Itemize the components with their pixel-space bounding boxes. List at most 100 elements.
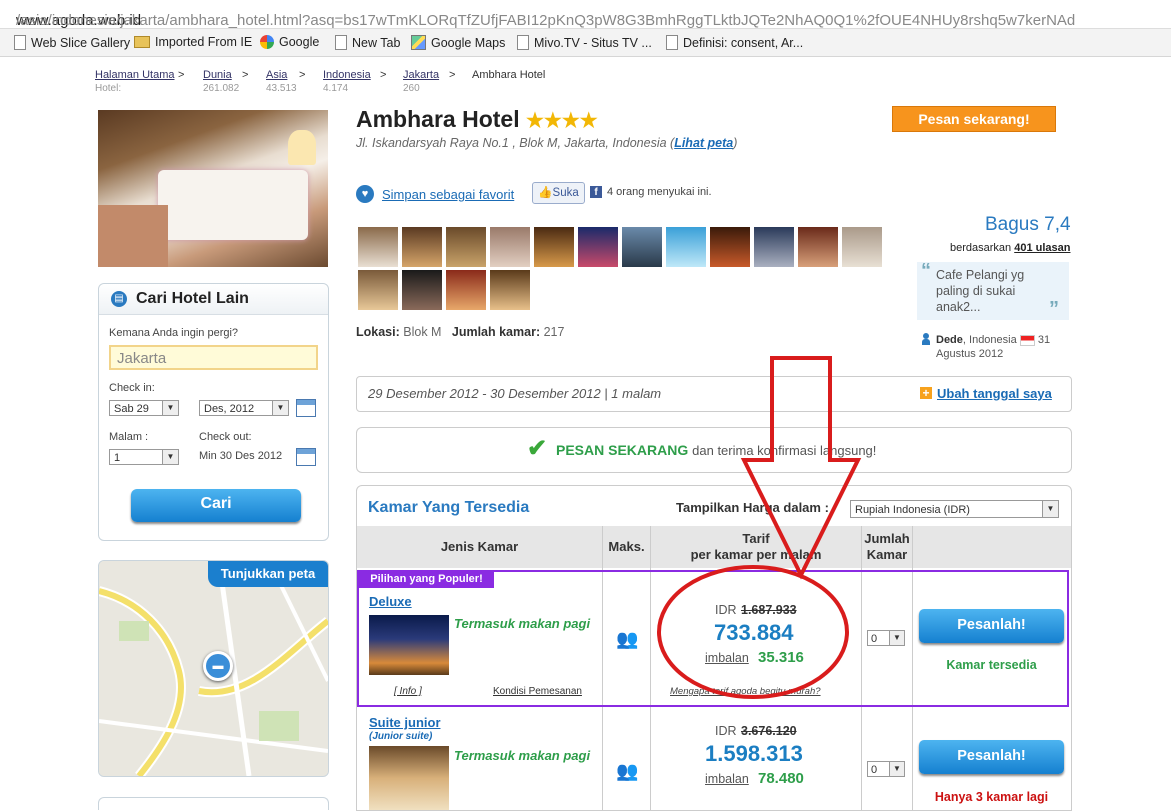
booking-conditions-link[interactable]: Kondisi Pemesanan — [493, 686, 582, 697]
search-button[interactable]: Cari — [131, 489, 301, 522]
room-name-link[interactable]: Suite junior — [369, 715, 441, 730]
why-cheap-link[interactable]: Mengapa tarif agoda begitu murah? — [670, 686, 821, 697]
thumbnail[interactable] — [490, 227, 530, 267]
thumbnail[interactable] — [402, 227, 442, 267]
calendar-icon[interactable] — [296, 399, 316, 417]
room-photo[interactable] — [369, 615, 449, 675]
chair-image — [98, 205, 168, 267]
breadcrumb-jakarta[interactable]: Jakarta 260 — [403, 69, 439, 94]
favorite-new-tab[interactable]: New Tab — [335, 35, 400, 50]
thumbs-up-icon: 👍 — [538, 187, 553, 199]
thumbnail[interactable] — [622, 227, 662, 267]
breadcrumb-separator: > — [242, 69, 249, 81]
thumbnail[interactable] — [358, 270, 398, 310]
thumbnail[interactable] — [666, 227, 706, 267]
nights-select[interactable]: 1 ▼ — [109, 449, 179, 465]
thumbnail[interactable] — [490, 270, 530, 310]
room-price: 733.884 — [714, 620, 794, 645]
favorite-google-maps[interactable]: Google Maps — [411, 35, 505, 50]
breadcrumb-separator: > — [449, 69, 456, 81]
thumbnail[interactable] — [446, 227, 486, 267]
user-icon — [922, 333, 930, 345]
chevron-down-icon: ▼ — [162, 401, 178, 415]
room-subname: (Junior suite) — [369, 731, 433, 742]
stay-dates: 29 Desember 2012 - 30 Desember 2012 | 1 … — [368, 386, 662, 401]
url-path: /asia/indonesia/jakarta/ambhara_hotel.ht… — [16, 12, 1076, 29]
thumbnail[interactable] — [578, 227, 618, 267]
breadcrumb-asia[interactable]: Asia 43.513 — [266, 69, 297, 94]
reward-points: 78.480 — [758, 770, 804, 787]
book-room-button[interactable]: Pesanlah! — [919, 609, 1064, 643]
currency-select[interactable]: Rupiah Indonesia (IDR) ▼ — [850, 500, 1059, 518]
thumbnail[interactable] — [358, 227, 398, 267]
thumbnail[interactable] — [754, 227, 794, 267]
header-quantity: Jumlah Kamar — [862, 526, 912, 568]
thumbnail[interactable] — [446, 270, 486, 310]
availability-status: Hanya 3 kamar lagi — [934, 790, 1049, 804]
save-favorite-link[interactable]: Simpan sebagai favorit — [382, 187, 514, 202]
page-icon — [335, 35, 347, 50]
old-price: 1.687.933 — [741, 603, 797, 617]
calendar-icon[interactable] — [296, 448, 316, 466]
thumbnail[interactable] — [534, 227, 574, 267]
hotel-marker-icon[interactable]: ▬ — [203, 651, 233, 681]
rooms-title: Kamar Yang Tersedia — [368, 499, 530, 516]
favorite-imported-from-ie[interactable]: Imported From IE — [134, 35, 252, 49]
book-now-button[interactable]: Pesan sekarang! — [892, 106, 1056, 132]
heart-icon[interactable]: ♥ — [356, 185, 374, 203]
two-guests-icon: 👥 — [616, 761, 639, 781]
two-guests-icon: 👥 — [616, 629, 639, 649]
thumbnail[interactable] — [842, 227, 882, 267]
breadcrumb-indonesia[interactable]: Indonesia 4.174 — [323, 69, 371, 94]
page-icon — [666, 35, 678, 50]
like-button[interactable]: 👍Suka — [532, 182, 585, 204]
breadcrumb-dunia[interactable]: Dunia 261.082 — [203, 69, 239, 94]
hotel-name: Ambhara Hotel — [356, 106, 520, 132]
change-dates-link[interactable]: Ubah tanggal saya — [937, 386, 1052, 401]
reward-points: 35.316 — [758, 649, 804, 666]
chevron-down-icon: ▼ — [272, 401, 288, 415]
favorite-web-slice-gallery[interactable]: Web Slice Gallery — [14, 35, 130, 50]
room-photo[interactable] — [369, 746, 449, 810]
breadcrumb-home[interactable]: Halaman Utama Hotel: — [95, 69, 174, 94]
hotel-main-photo[interactable] — [98, 110, 328, 267]
checkin-month-select[interactable]: Des, 2012 ▼ — [199, 400, 289, 416]
like-count: 4 orang menyukai ini. — [607, 186, 712, 198]
show-map-label[interactable]: Tunjukkan peta — [208, 561, 328, 587]
book-room-button[interactable]: Pesanlah! — [919, 740, 1064, 774]
breakfast-included: Termasuk makan pagi — [454, 616, 591, 631]
room-quantity-select[interactable]: 0 ▼ — [867, 761, 905, 777]
room-info-link[interactable]: [ Info ] — [394, 686, 422, 697]
chevron-down-icon: ▼ — [889, 631, 904, 645]
room-quantity-select[interactable]: 0 ▼ — [867, 630, 905, 646]
old-price: 3.676.120 — [741, 724, 797, 738]
header-room-type: Jenis Kamar — [357, 526, 602, 568]
price-currency: IDR — [715, 724, 737, 738]
thumbnail[interactable] — [402, 270, 442, 310]
destination-input[interactable]: Jakarta — [109, 345, 318, 370]
plus-icon: + — [920, 387, 932, 399]
lamp-image — [288, 130, 316, 165]
thumbnail[interactable] — [798, 227, 838, 267]
thumbnail[interactable] — [710, 227, 750, 267]
rating-score: Bagus 7,4 — [985, 214, 1071, 235]
open-quote-icon: “ — [921, 260, 931, 282]
reviews-link[interactable]: 401 ulasan — [1014, 242, 1070, 254]
location-map[interactable]: ▬ Tunjukkan peta — [98, 560, 329, 777]
maps-icon — [411, 35, 426, 50]
favorites-bar: Web Slice Gallery Imported From IE Googl… — [0, 29, 1171, 57]
close-quote-icon: ” — [1049, 298, 1059, 320]
address-bar[interactable]: www.agoda.web.id/asia/indonesia/jakarta/… — [0, 0, 1171, 29]
reward-link[interactable]: imbalan — [705, 772, 749, 786]
favorite-definisi[interactable]: Definisi: consent, Ar... — [666, 35, 803, 50]
view-map-link[interactable]: Lihat peta — [674, 136, 733, 150]
rating-basis: berdasarkan 401 ulasan — [950, 242, 1071, 254]
available-rooms-table: Kamar Yang Tersedia Tampilkan Harga dala… — [356, 485, 1072, 811]
favorite-google[interactable]: Google — [260, 35, 319, 49]
bed-image — [158, 170, 308, 240]
reward-link[interactable]: imbalan — [705, 651, 749, 665]
room-name-link[interactable]: Deluxe — [369, 594, 412, 609]
checkin-day-select[interactable]: Sab 29 ▼ — [109, 400, 179, 416]
favorite-mivo-tv[interactable]: Mivo.TV - Situs TV ... — [517, 35, 652, 50]
popular-badge: Pilihan yang Populer! — [359, 571, 494, 588]
